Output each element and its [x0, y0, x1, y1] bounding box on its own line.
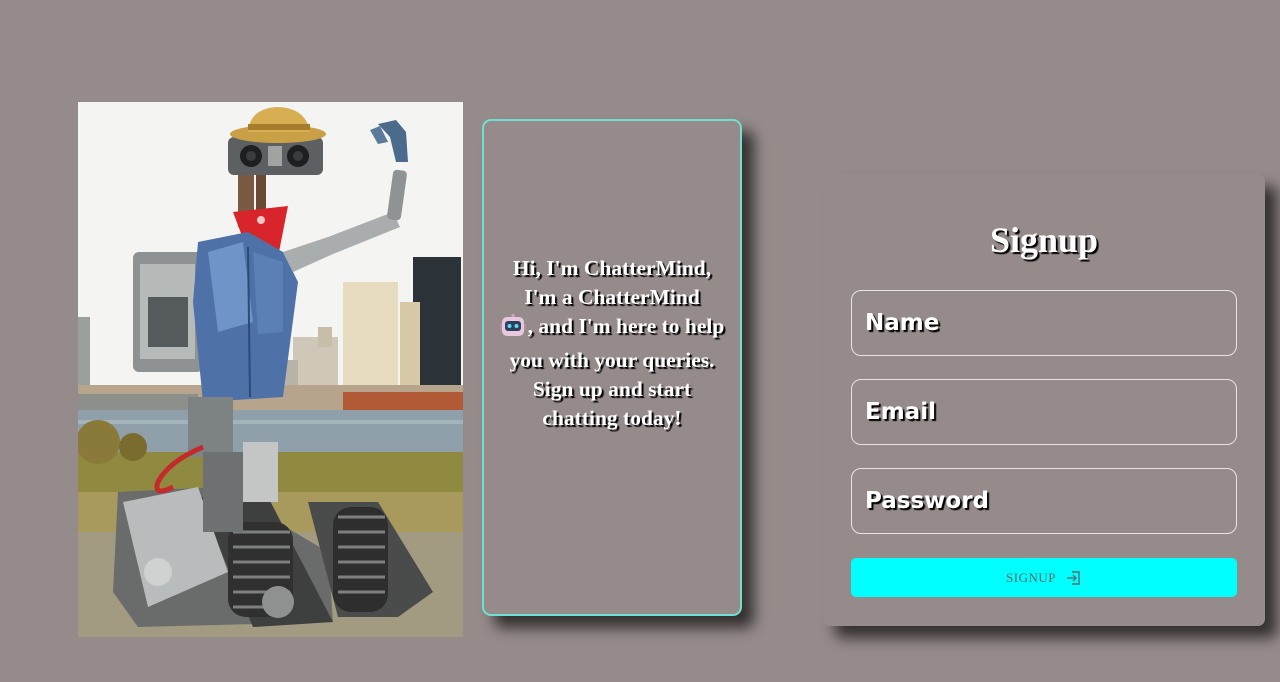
intro-card: Hi, I'm ChatterMind, I'm a ChatterMind ,… [482, 119, 742, 616]
signup-button[interactable]: SIGNUP [851, 558, 1237, 597]
intro-text-after: , and I'm here to help you with your que… [509, 314, 725, 430]
robot-face-icon [499, 314, 526, 346]
name-field[interactable] [851, 290, 1237, 356]
intro-text-before: Hi, I'm ChatterMind, I'm a ChatterMind [512, 256, 712, 309]
robot-photo [78, 102, 463, 637]
password-field[interactable] [851, 468, 1237, 534]
signup-button-label: SIGNUP [1006, 569, 1056, 585]
email-field[interactable] [851, 379, 1237, 445]
sign-in-arrow-icon [1066, 570, 1082, 586]
signup-title: Signup [989, 220, 1099, 260]
signup-form: Signup SIGNUP [823, 174, 1265, 626]
intro-message: Hi, I'm ChatterMind, I'm a ChatterMind ,… [497, 254, 727, 433]
signup-page: Hi, I'm ChatterMind, I'm a ChatterMind ,… [0, 0, 1280, 682]
